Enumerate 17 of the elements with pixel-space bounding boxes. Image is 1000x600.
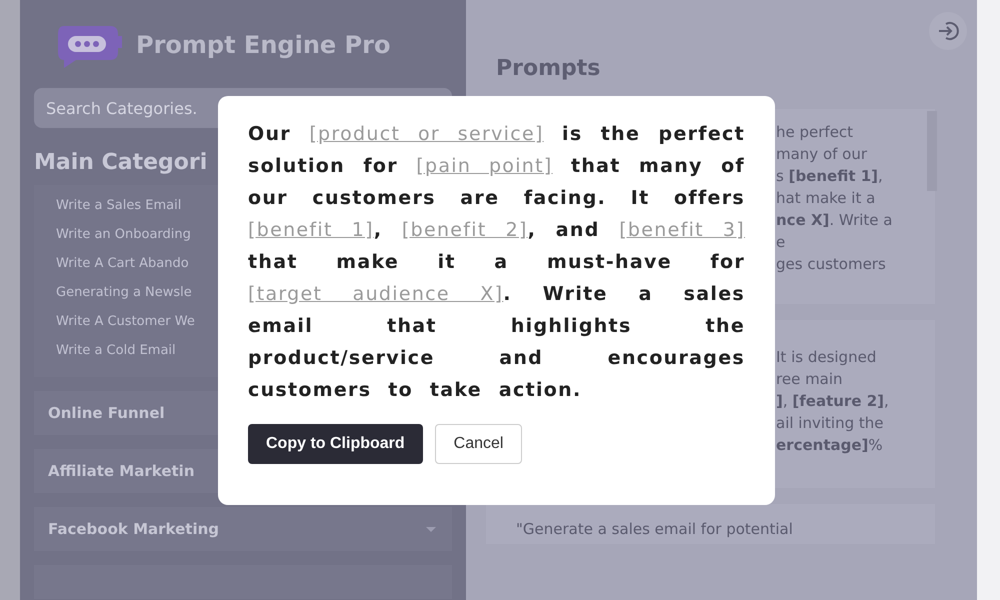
prompt-text: It is designed — [776, 347, 878, 368]
section-heading: Main Categori — [34, 150, 208, 175]
prompt-text: hat make it a — [776, 188, 876, 209]
prompt-text: ], [feature 2], — [776, 391, 890, 412]
prompt-text: he perfect — [776, 122, 854, 143]
prompt-text: e — [776, 232, 786, 253]
prompt-text: nce X]. Write a — [776, 210, 894, 231]
page-title: Prompts — [496, 56, 602, 81]
prompt-text: ree main — [776, 369, 844, 390]
prompt-text: many of our — [776, 144, 868, 165]
prompt-text: ail inviting the — [776, 413, 884, 434]
prompt-text: ges customers — [776, 254, 887, 275]
prompt-text: s [benefit 1], — [776, 166, 884, 187]
prompt-text: ercentage]% — [776, 435, 884, 456]
prompt-text: "Generate a sales email for potential — [516, 519, 794, 540]
app-title: Prompt Engine Pro — [136, 31, 390, 59]
prompt-text: Our [product or service] is the perfect solution for [pain point] that many of our customers are facing. It offers [benefit 1], [benefit 2], and [benefit 3] that make it a must-have for [target audience X]. Write a sales email that highlights the product/service and encourages customers to take action. — [248, 122, 745, 403]
